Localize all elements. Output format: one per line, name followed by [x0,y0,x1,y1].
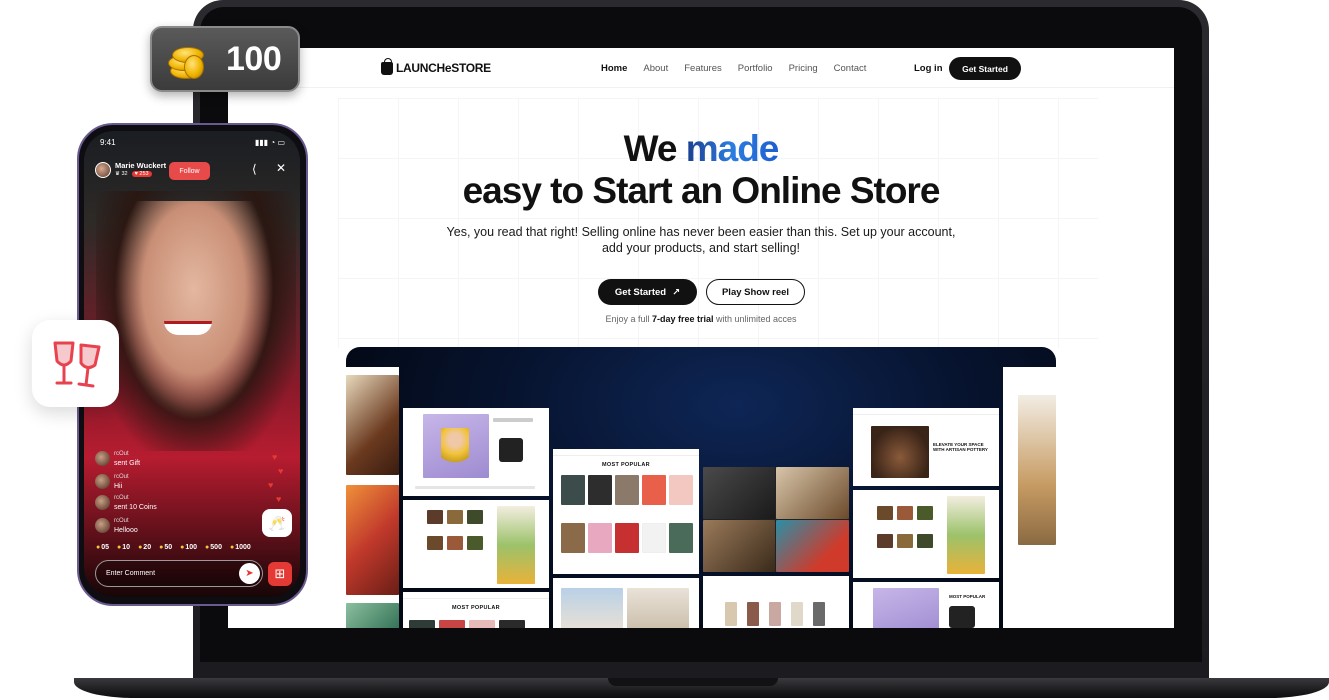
hero-we: We [623,128,686,169]
login-link[interactable]: Log in [914,63,943,74]
coin-option[interactable]: 20 [138,544,151,551]
gift-icon[interactable]: ⊞ [268,562,292,586]
shopping-bag-icon [381,57,393,75]
nav-link-pricing[interactable]: Pricing [789,63,818,74]
cheers-card [32,320,119,407]
template-preview-right[interactable] [1003,367,1174,628]
heart-icon: ♥ [272,452,278,462]
stream-video-face [114,201,274,421]
coins-icon [166,37,216,81]
streamer-name: Marie Wuckert [115,161,167,170]
nav-link-home[interactable]: Home [601,63,627,74]
chat-message: rcOut Hellooo [114,518,138,534]
share-icon[interactable]: ⟨ [252,162,257,176]
trial-note: Enjoy a full 7-day free trial with unlim… [228,314,1174,324]
template-showcase: MOST POPULAR MOST POPULAR ELEVATE YOUR S… [346,347,1056,628]
streamer-avatar[interactable] [95,162,111,178]
coin-option[interactable]: 50 [159,544,172,551]
status-icons: ▮▮▮ ◔ ▭ [254,138,285,147]
heart-icon: ♥ [276,494,282,504]
get-started-label: Get Started [614,286,667,298]
laptop-screen: LAUNCHeSTORE Home About Features Portfol… [228,48,1174,628]
site-navbar: LAUNCHeSTORE Home About Features Portfol… [228,48,1174,88]
follow-button[interactable]: Follow [169,162,210,180]
chat-avatar [95,474,110,489]
template-preview-pottery[interactable]: ELEVATE YOUR SPACE WITH ARTISAN POTTERY [853,408,999,486]
chat-message: rcOut sent Gift [114,451,141,467]
tile-title: MOST POPULAR [452,605,500,611]
tile-title: ELEVATE YOUR SPACE WITH ARTISAN POTTERY [933,442,988,452]
hero-heading-line1: We made [228,128,1174,170]
likes-count: ♥ 253 [131,171,152,177]
coin-option[interactable]: 1000 [230,544,251,551]
template-preview-delivery[interactable] [403,408,549,496]
comment-input[interactable]: Enter Comment [95,560,263,587]
close-icon[interactable]: ✕ [276,161,286,175]
template-preview-photos[interactable] [703,467,849,572]
template-preview-craft[interactable]: MOST POPULAR [553,449,699,574]
nav-link-about[interactable]: About [643,63,668,74]
cheers-gift-icon[interactable]: 🥂 [262,509,292,537]
stream-video-smile [164,321,212,335]
nav-get-started-button[interactable]: Get Started [949,57,1021,80]
heart-icon: ♥ [268,480,274,490]
nav-link-contact[interactable]: Contact [834,63,867,74]
viewers-count: ♛ 32 [115,171,128,177]
nav-link-portfolio[interactable]: Portfolio [738,63,773,74]
chat-avatar [95,495,110,510]
coin-option[interactable]: 500 [205,544,222,551]
streamer-stats: ♛ 32 ♥ 253 [115,171,152,177]
chat-avatar [95,451,110,466]
chat-message: rcOut Hii [114,474,129,490]
phone-status-bar: 9:41 ▮▮▮ ◔ ▭ [100,138,285,147]
template-preview-delivery-2[interactable]: MOST POPULAR [853,582,999,628]
wine-glasses-icon [53,341,100,387]
site-logo[interactable]: LAUNCHeSTORE [381,57,491,75]
laptop-notch [608,678,778,686]
template-preview-apparel[interactable] [703,576,849,628]
coin-amount-options: 05 10 20 50 100 500 1000 [96,544,251,551]
template-preview-fashion[interactable] [553,578,699,628]
chat-message: rcOut sent 10 Coins [114,495,157,511]
status-time: 9:41 [100,138,116,147]
logo-text: LAUNCHeSTORE [396,61,491,75]
trial-prefix: Enjoy a full [605,314,652,324]
hero-heading-line2: easy to Start an Online Store [462,170,941,211]
coin-balance-badge: 100 [150,26,300,92]
coin-option[interactable]: 10 [117,544,130,551]
hero-subtitle: Yes, you read that right! Selling online… [446,225,956,255]
trial-bold: 7-day free trial [651,314,714,324]
coin-balance-value: 100 [226,39,282,78]
send-icon[interactable]: ➤ [239,563,260,584]
chat-avatar [95,518,110,533]
hero-made: made [685,128,780,169]
template-preview-grocery-2[interactable] [853,490,999,578]
coin-option[interactable]: 100 [180,544,197,551]
nav-links: Home About Features Portfolio Pricing Co… [601,63,866,74]
get-started-button[interactable]: Get Started ↗ [598,279,697,305]
template-preview-popular-1[interactable]: MOST POPULAR [403,592,549,628]
coin-option[interactable]: 05 [96,544,109,551]
arrow-up-right-icon: ↗ [672,286,681,298]
nav-link-features[interactable]: Features [684,63,722,74]
tile-title: MOST POPULAR [602,462,650,468]
heart-icon: ♥ [278,466,284,476]
template-preview-food[interactable] [346,367,399,628]
template-preview-grocery[interactable] [403,500,549,588]
play-show-reel-button[interactable]: Play Show reel [706,279,805,305]
tile-title: MOST POPULAR [949,594,986,599]
trial-suffix: with unlimited acces [713,314,797,324]
